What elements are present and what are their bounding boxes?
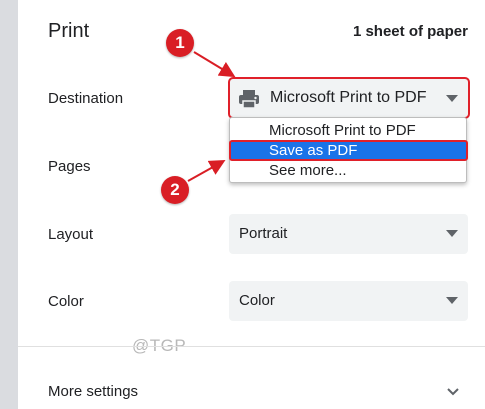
arrow-2 bbox=[187, 160, 226, 182]
color-label: Color bbox=[48, 293, 84, 310]
destination-label: Destination bbox=[48, 90, 124, 107]
destination-dropdown: Microsoft Print to PDF Save as PDF See m… bbox=[229, 117, 468, 183]
option-microsoft-print-to-pdf[interactable]: Microsoft Print to PDF bbox=[230, 121, 466, 141]
chevron-down-icon bbox=[446, 297, 458, 304]
destination-value: Microsoft Print to PDF bbox=[270, 89, 427, 106]
layout-value: Portrait bbox=[239, 225, 288, 242]
annotation-arrows bbox=[187, 51, 236, 182]
step-2-badge: 2 bbox=[161, 176, 189, 204]
destination-select[interactable]: Microsoft Print to PDF bbox=[228, 77, 470, 119]
chevron-down-icon bbox=[446, 95, 458, 102]
sheet-count: 1 sheet of paper bbox=[352, 23, 468, 40]
option-see-more[interactable]: See more... bbox=[230, 161, 466, 181]
printer-icon bbox=[237, 89, 261, 114]
more-settings-label[interactable]: More settings bbox=[48, 383, 138, 400]
color-select[interactable]: Color bbox=[229, 281, 468, 321]
pages-label: Pages bbox=[48, 158, 91, 175]
left-rail bbox=[0, 0, 18, 409]
page-title: Print bbox=[48, 20, 90, 42]
step-1-badge: 1 bbox=[166, 29, 194, 57]
option-save-as-pdf[interactable]: Save as PDF bbox=[229, 140, 468, 161]
chevron-down-icon bbox=[446, 230, 458, 237]
divider bbox=[18, 346, 485, 347]
chevron-down-icon[interactable] bbox=[446, 384, 460, 402]
arrow-1 bbox=[193, 51, 236, 78]
layout-select[interactable]: Portrait bbox=[229, 214, 468, 254]
color-value: Color bbox=[239, 292, 275, 309]
layout-label: Layout bbox=[48, 226, 94, 243]
